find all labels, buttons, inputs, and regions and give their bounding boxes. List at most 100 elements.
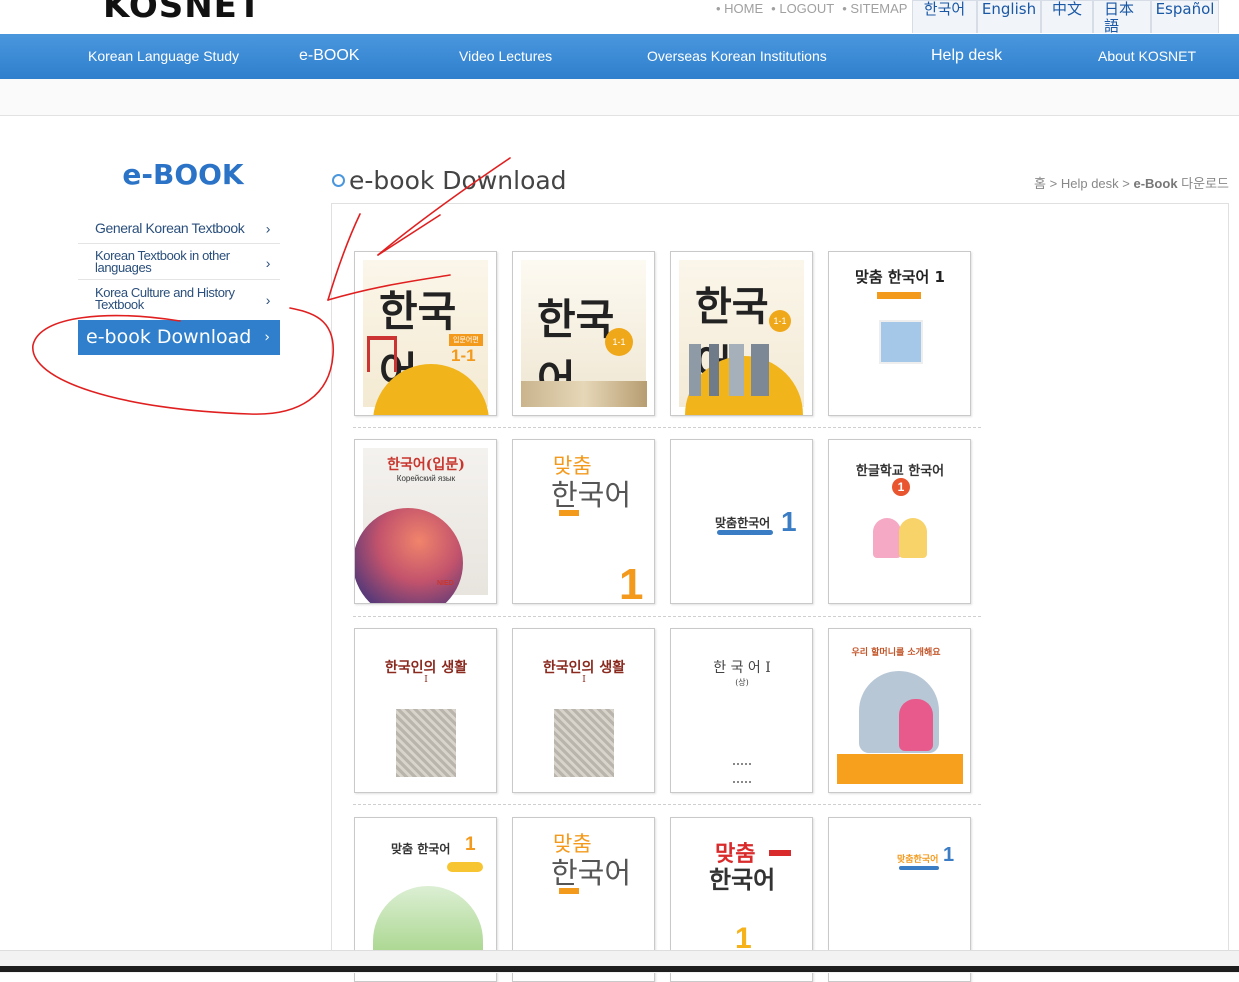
sidebar-item-general-korean[interactable]: General Korean Textbook › bbox=[78, 215, 280, 244]
sidebar-item-label: General Korean Textbook bbox=[95, 220, 245, 236]
child-illustration bbox=[899, 518, 927, 558]
logout-link[interactable]: • LOGOUT bbox=[771, 1, 834, 16]
book-cover-4[interactable]: 맞춤 한국어 1 bbox=[828, 251, 971, 416]
page-title-text: e-book Download bbox=[349, 166, 567, 195]
book-subtitle: 입문어편 bbox=[449, 334, 483, 346]
sidebar-item-label: Korea Culture and History Textbook bbox=[95, 285, 235, 312]
book-title: 한 국 어 I bbox=[713, 660, 771, 676]
main-nav: Korean Language Study e-BOOK Video Lectu… bbox=[0, 34, 1239, 79]
landscape-illustration bbox=[521, 381, 647, 407]
footer-band bbox=[837, 754, 963, 784]
nav-ebook[interactable]: e-BOOK bbox=[299, 34, 359, 79]
book-number: 1 bbox=[892, 478, 910, 496]
book-cover-2[interactable]: 한국어 1-1 bbox=[512, 251, 655, 416]
book-cover-6[interactable]: 맞춤 한국어 1 bbox=[512, 439, 655, 604]
children-illustration bbox=[373, 886, 483, 956]
breadcrumb: 홈 > Help desk > e-Book 다운로드 bbox=[1034, 173, 1229, 192]
book-cover-5[interactable]: 한국어(입문) Корейский язык NIED bbox=[354, 439, 497, 604]
book-badge bbox=[559, 888, 579, 894]
breadcrumb-current: e-Book bbox=[1133, 176, 1178, 191]
sub-nav-strip bbox=[0, 79, 1239, 116]
lang-english[interactable]: English bbox=[977, 0, 1041, 33]
artwork-illustration bbox=[554, 709, 614, 777]
chevron-right-icon: › bbox=[264, 329, 270, 345]
sitemap-link[interactable]: • SITEMAP bbox=[842, 1, 907, 16]
book-title: 한국어(입문) bbox=[387, 457, 465, 473]
top-links: • HOME • LOGOUT • SITEMAP bbox=[716, 1, 907, 16]
breadcrumb-help-desk[interactable]: Help desk bbox=[1061, 176, 1119, 191]
book-title: 한국인의 생활 bbox=[542, 660, 626, 676]
book-cover-3[interactable]: 한국어 1-1 bbox=[670, 251, 813, 416]
nav-korean-language-study[interactable]: Korean Language Study bbox=[88, 34, 239, 79]
book-number: 1 bbox=[943, 844, 955, 866]
city-illustration bbox=[689, 344, 789, 396]
sidebar-item-label: e-book Download bbox=[86, 326, 252, 348]
breadcrumb-sep: > bbox=[1118, 176, 1134, 191]
book-badge bbox=[899, 866, 939, 870]
gate-illustration bbox=[367, 336, 397, 372]
kosnet-logo[interactable]: KOSNET bbox=[103, 0, 262, 26]
book-title: 한글학교 한국어 bbox=[855, 464, 945, 479]
lang-korean[interactable]: 한국어 bbox=[912, 0, 977, 33]
book-level: 1-1 bbox=[769, 310, 791, 332]
child-illustration bbox=[873, 518, 901, 558]
nav-overseas-institutions[interactable]: Overseas Korean Institutions bbox=[647, 34, 827, 79]
child-illustration bbox=[899, 699, 933, 751]
sidebar-item-other-languages[interactable]: Korean Textbook in other languages › bbox=[78, 247, 280, 280]
row-divider bbox=[353, 616, 981, 617]
book-badge bbox=[559, 510, 579, 516]
book-cover-8[interactable]: 한글학교 한국어 1 bbox=[828, 439, 971, 604]
book-title: 한국어 bbox=[551, 478, 632, 512]
book-title: 맞춤 한국어 1 bbox=[855, 268, 945, 286]
book-cover-7[interactable]: 맞춤한국어 1 bbox=[670, 439, 813, 604]
nav-video-lectures[interactable]: Video Lectures bbox=[459, 34, 552, 79]
breadcrumb-current-rest: 다운로드 bbox=[1177, 176, 1229, 191]
book-title: 한국어 bbox=[709, 866, 776, 894]
nav-help-desk[interactable]: Help desk bbox=[931, 34, 1002, 79]
book-title: 맞춤 한국어 bbox=[391, 842, 451, 856]
book-number: I bbox=[424, 675, 428, 685]
book-cover-11[interactable]: 한 국 어 I (상) bbox=[670, 628, 813, 793]
book-title: 맞춤한국어 bbox=[715, 516, 771, 530]
sidebar-title: e-BOOK bbox=[122, 158, 244, 191]
row-divider bbox=[353, 804, 981, 805]
book-cover-9[interactable]: 한국인의 생활 I bbox=[354, 628, 497, 793]
book-cover-1[interactable]: 한국어 입문어편 1-1 bbox=[354, 251, 497, 416]
lang-japanese[interactable]: 日本語 bbox=[1093, 0, 1151, 35]
book-cover-12[interactable]: 우리 할머니를 소개해요 bbox=[828, 628, 971, 793]
publisher-mark bbox=[733, 763, 751, 783]
book-cover-10[interactable]: 한국인의 생활 I bbox=[512, 628, 655, 793]
book-level: 1-1 bbox=[451, 346, 476, 365]
publisher-label: NIED bbox=[437, 580, 454, 587]
circle-bullet-icon bbox=[332, 174, 345, 187]
book-badge bbox=[877, 292, 921, 299]
book-title: 맞춤한국어 bbox=[897, 855, 939, 865]
circle-illustration bbox=[355, 508, 463, 603]
breadcrumb-home[interactable]: 홈 bbox=[1034, 176, 1046, 191]
row-divider bbox=[353, 427, 981, 428]
chevron-right-icon: › bbox=[265, 292, 271, 308]
child-illustration bbox=[879, 320, 923, 364]
sidebar-item-label: Korean Textbook in other languages bbox=[95, 248, 230, 275]
book-subtitle: (상) bbox=[735, 678, 749, 687]
book-badge bbox=[769, 850, 791, 856]
lang-spanish[interactable]: Español bbox=[1151, 0, 1219, 33]
language-tabs: 한국어 English 中文 日本語 Español bbox=[912, 0, 1219, 35]
home-link[interactable]: • HOME bbox=[716, 1, 763, 16]
chevron-right-icon: › bbox=[265, 220, 271, 237]
book-number: I bbox=[582, 675, 586, 685]
nav-about-kosnet[interactable]: About KOSNET bbox=[1098, 34, 1196, 79]
sidebar-item-culture-history[interactable]: Korea Culture and History Textbook › bbox=[78, 284, 280, 316]
book-subtitle: Корейский язык bbox=[396, 474, 456, 483]
breadcrumb-sep: > bbox=[1046, 176, 1061, 191]
book-number: 1 bbox=[465, 834, 476, 855]
artwork-illustration bbox=[396, 709, 456, 777]
lang-chinese[interactable]: 中文 bbox=[1041, 0, 1093, 33]
sidebar-item-ebook-download[interactable]: e-book Download › bbox=[78, 320, 280, 355]
book-number: 1 bbox=[619, 560, 644, 604]
book-title: 한국인의 생활 bbox=[384, 660, 468, 676]
chevron-right-icon: › bbox=[265, 255, 271, 271]
book-title: 한국어 bbox=[551, 856, 632, 890]
taskbar bbox=[0, 966, 1239, 972]
book-badge bbox=[447, 862, 483, 872]
